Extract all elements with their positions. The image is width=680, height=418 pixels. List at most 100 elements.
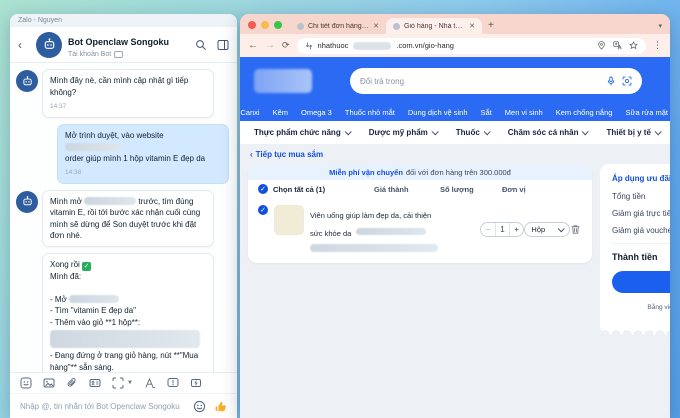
side-panel-toggle-icon[interactable] — [217, 39, 229, 51]
column-quantity: Số lượng — [440, 185, 502, 194]
tab-favicon — [297, 23, 304, 30]
cart-item-row: ✓ Viên uống giúp làm đẹp da, cải thiện s… — [248, 198, 592, 263]
product-image[interactable] — [274, 205, 304, 235]
capture-dropdown-caret[interactable]: ▼ — [127, 380, 133, 386]
quick-link[interactable]: Thuốc nhỏ mắt — [345, 108, 395, 117]
order-summary-card: Áp dụng ưu đãi Tổng tiền Giảm giá trực ti… — [600, 164, 670, 335]
chevron-down-icon — [655, 128, 662, 135]
site-search-placeholder: Đổi trả trong — [360, 77, 600, 86]
chat-message: Xong rồi ✓ Mình đã: - Mở - Tìm "vitamin … — [16, 253, 229, 373]
quick-link[interactable]: Omega 3 — [301, 108, 332, 117]
chat-subtitle: Tài khoản Bot — [68, 51, 111, 58]
back-nav-button[interactable]: ← — [248, 40, 258, 51]
mic-icon[interactable] — [606, 76, 616, 86]
new-tab-button[interactable]: + — [488, 20, 494, 31]
browser-tab[interactable]: Giỏ hàng - Nhà thuố ✕ — [386, 18, 482, 34]
bot-avatar[interactable] — [36, 32, 62, 58]
check-icon: ✓ — [82, 262, 91, 271]
chat-title: Bot Openclaw Songoku — [68, 37, 169, 47]
apply-promo-link[interactable]: Áp dụng ưu đãi — [612, 174, 670, 183]
message-time: 14:38 — [65, 167, 221, 179]
browser-tab[interactable]: Chi tiết đơn hàng 81✕ — [290, 18, 386, 34]
translate-icon[interactable] — [613, 41, 622, 50]
browser-window: Chi tiết đơn hàng 81✕Giỏ hàng - Nhà thuố… — [240, 14, 670, 418]
bookmark-star-icon[interactable] — [629, 41, 638, 50]
qty-decrease-button[interactable]: − — [481, 223, 495, 236]
back-button[interactable]: ‹ — [18, 38, 30, 52]
scallop-edge — [600, 327, 670, 335]
tab-title: Giỏ hàng - Nhà thuố — [404, 23, 465, 30]
summary-row-label: Tổng tiền — [612, 192, 670, 201]
select-all-label: Chọn tất cả (1) — [273, 185, 325, 194]
terms-note: Bằng việc tiến hành đặt mua hàng, bạn đồ… — [612, 303, 670, 321]
chat-input-row — [10, 393, 237, 418]
category-nav-item[interactable]: Thuốc — [456, 128, 489, 137]
emoji-icon[interactable] — [193, 400, 206, 413]
screen-capture-icon[interactable] — [112, 377, 124, 389]
category-nav-item[interactable]: Chăm sóc cá nhân — [508, 128, 588, 137]
summary-row-label: Giảm giá trực tiếp — [612, 209, 670, 218]
site-header: Đổi trả trong Canxi Kẽm Omega 3 Thuốc nhỏ m… — [240, 57, 670, 121]
message-bubble[interactable]: Xong rồi ✓ Mình đã: - Mở - Tìm "vitamin … — [42, 253, 214, 373]
quick-link[interactable]: Canxi — [240, 108, 259, 117]
quick-message-icon[interactable] — [190, 377, 202, 389]
select-all-checkbox[interactable]: ✓ — [258, 184, 268, 194]
quick-link[interactable]: Men vi sinh — [505, 108, 543, 117]
category-nav: Thực phẩm chức năng Dược mỹ phẩm Thuốc Chăm… — [240, 121, 670, 144]
quick-link[interactable]: Dung dịch vệ sinh — [408, 108, 468, 117]
category-nav-item[interactable]: Dược mỹ phẩm — [369, 128, 437, 137]
product-name-redacted — [356, 228, 426, 235]
column-unit: Đơn vị — [502, 185, 564, 194]
delete-item-button[interactable] — [570, 224, 582, 235]
site-search-bar[interactable]: Đổi trả trong — [350, 68, 642, 94]
message-bubble[interactable]: Mở trình duyệt, vào website order giúp m… — [57, 124, 229, 184]
tab-close-icon[interactable]: ✕ — [373, 22, 379, 30]
buy-button[interactable]: Mua hàng — [612, 271, 670, 293]
browser-menu-icon[interactable]: ⋮ — [653, 40, 662, 51]
qty-increase-button[interactable]: + — [509, 223, 523, 236]
reload-button[interactable]: ⟳ — [282, 40, 290, 51]
quantity-stepper: − 1 + — [480, 222, 524, 237]
category-nav-item[interactable]: Thiết bị y tế — [606, 128, 659, 137]
close-window-button[interactable] — [248, 21, 256, 29]
redacted-text — [65, 143, 121, 151]
quick-link[interactable]: Kem chống nắng — [556, 108, 613, 117]
site-logo[interactable] — [254, 69, 312, 93]
thumbs-up-icon[interactable] — [214, 400, 227, 413]
format-text-icon[interactable] — [144, 377, 156, 389]
tab-favicon — [393, 23, 400, 30]
tab-close-icon[interactable]: ✕ — [469, 22, 475, 30]
continue-shopping-link[interactable]: ‹Tiếp tục mua sắm — [250, 150, 323, 159]
bot-avatar — [16, 191, 38, 213]
cart-header-row: ✓ Chọn tất cả (1) Giá thành Số lượng Đơn… — [248, 180, 592, 198]
message-bubble[interactable]: Mình đây nè, cần mình cập nhật gì tiếp k… — [42, 69, 214, 118]
message-input[interactable] — [20, 402, 185, 411]
item-checkbox[interactable]: ✓ — [258, 205, 268, 215]
quick-link[interactable]: Sắt — [481, 108, 492, 117]
priority-message-icon[interactable] — [167, 377, 179, 389]
chevron-down-icon — [344, 128, 351, 135]
chat-message-list[interactable]: Mình đây nè, cần mình cập nhật gì tiếp k… — [10, 63, 237, 372]
redacted-block — [50, 330, 200, 348]
unit-select[interactable]: Hộp — [524, 222, 570, 237]
attachment-icon[interactable] — [66, 377, 78, 389]
namecard-icon[interactable] — [89, 377, 101, 389]
address-bar[interactable]: nhathuoc .com.vn/gio-hang — [297, 38, 646, 54]
forward-nav-button[interactable]: → — [265, 40, 275, 51]
image-search-icon[interactable] — [622, 76, 632, 86]
category-nav-item[interactable]: Thực phẩm chức năng — [254, 128, 350, 137]
minimize-window-button[interactable] — [261, 21, 269, 29]
url-suffix: .com.vn/gio-hang — [396, 41, 454, 50]
quick-link[interactable]: Kẽm — [273, 108, 288, 117]
tab-search-chevron-icon[interactable]: ▾ — [658, 22, 662, 30]
banner-highlight: Miễn phí vận chuyển — [329, 168, 403, 177]
image-icon[interactable] — [43, 377, 55, 389]
location-icon[interactable] — [597, 41, 606, 50]
zoom-window-button[interactable] — [274, 21, 282, 29]
message-bubble[interactable]: Mình mở trước, tìm đúng vitamin E, rồi t… — [42, 190, 214, 247]
message-time: 14:37 — [50, 101, 206, 113]
sticker-icon[interactable] — [20, 377, 32, 389]
quick-link[interactable]: Sữa rửa mặt — [625, 108, 668, 117]
search-icon[interactable] — [195, 39, 207, 51]
webpage: Đổi trả trong Canxi Kẽm Omega 3 Thuốc nhỏ m… — [240, 57, 670, 418]
